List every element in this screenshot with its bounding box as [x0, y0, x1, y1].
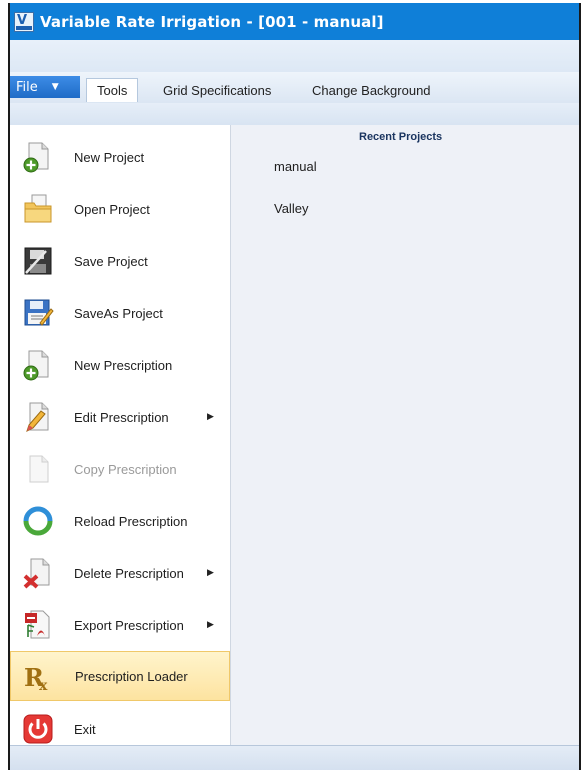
svg-text:x: x	[39, 678, 48, 693]
tab-change-background[interactable]: Change Background	[302, 78, 441, 102]
menu-item-open-project[interactable]: Open Project	[10, 187, 230, 231]
file-menu-button[interactable]: File ▼	[10, 76, 80, 98]
status-bar	[10, 745, 579, 770]
menu-item-edit-prescription[interactable]: Edit Prescription ▶	[10, 395, 230, 439]
recent-project-item[interactable]: Valley	[274, 201, 308, 216]
submenu-arrow-icon: ▶	[207, 568, 214, 578]
chevron-down-icon: ▼	[51, 82, 59, 92]
menu-item-save-project[interactable]: Save Project	[10, 239, 230, 283]
document-copy-icon	[29, 455, 49, 483]
menu-item-label: Copy Prescription	[74, 461, 177, 477]
menu-item-copy-prescription[interactable]: Copy Prescription	[10, 447, 230, 491]
menu-item-new-prescription[interactable]: New Prescription	[10, 343, 230, 387]
pdf-export-icon	[25, 610, 50, 639]
document-pencil-icon	[26, 402, 49, 432]
recent-project-item[interactable]: manual	[274, 159, 317, 174]
file-menu-panel: New Project Open Project Save Project Sa…	[10, 125, 231, 745]
reload-arrows-icon	[23, 506, 53, 536]
menu-item-prescription-loader[interactable]: R x Prescription Loader	[10, 651, 230, 701]
rx-icon: R x	[24, 663, 48, 693]
new-document-plus-icon	[23, 350, 49, 381]
valley-logo-icon: V	[14, 11, 34, 32]
tab-tools[interactable]: Tools	[86, 78, 139, 102]
menu-item-label: Prescription Loader	[75, 668, 188, 684]
menu-item-label: Export Prescription	[74, 617, 184, 633]
menu-item-label: Exit	[74, 721, 96, 737]
recent-projects-heading: Recent Projects	[359, 131, 443, 143]
menu-item-label: Save Project	[74, 253, 148, 269]
menu-item-label: Delete Prescription	[74, 565, 184, 581]
recent-projects-panel: Recent Projects manual Valley	[231, 125, 579, 745]
title-bar: V Variable Rate Irrigation - [001 - manu…	[10, 3, 579, 40]
menu-item-reload-prescription[interactable]: Reload Prescription	[10, 499, 230, 543]
menu-item-label: Edit Prescription	[74, 409, 169, 425]
ribbon-band	[10, 103, 579, 126]
power-icon	[23, 714, 53, 744]
submenu-arrow-icon: ▶	[207, 620, 214, 630]
menu-item-saveas-project[interactable]: SaveAs Project	[10, 291, 230, 335]
document-delete-icon	[23, 558, 50, 589]
quick-access-area	[10, 40, 579, 72]
menu-item-label: New Project	[74, 149, 145, 165]
floppy-disk-edit-icon	[24, 299, 54, 326]
menu-item-delete-prescription[interactable]: Delete Prescription ▶	[10, 551, 230, 595]
menu-item-new-project[interactable]: New Project	[10, 135, 230, 179]
menu-item-label: SaveAs Project	[74, 305, 163, 321]
file-menu-label: File	[16, 79, 38, 95]
tab-grid-specifications[interactable]: Grid Specifications	[153, 78, 281, 102]
floppy-disk-icon	[24, 247, 52, 275]
new-document-plus-icon	[23, 142, 49, 173]
ribbon-tab-bar: File ▼ Tools Grid Specifications Change …	[10, 72, 579, 104]
open-folder-icon	[24, 194, 52, 223]
menu-item-label: Reload Prescription	[74, 513, 188, 529]
menu-item-label: New Prescription	[74, 357, 173, 373]
submenu-arrow-icon: ▶	[207, 412, 214, 422]
window-title: Variable Rate Irrigation - [001 - manual…	[40, 12, 384, 31]
tab-change-background-label: Change Background	[312, 82, 431, 98]
application-window: V Variable Rate Irrigation - [001 - manu…	[8, 3, 581, 770]
tab-grid-specifications-label: Grid Specifications	[163, 82, 272, 98]
menu-item-export-prescription[interactable]: Export Prescription ▶	[10, 603, 230, 647]
tab-tools-label: Tools	[97, 83, 128, 98]
menu-item-label: Open Project	[74, 201, 150, 217]
